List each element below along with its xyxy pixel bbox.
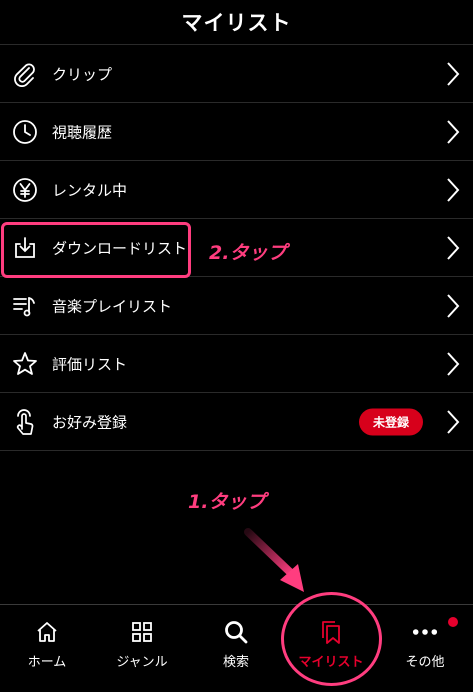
- step1-annotation: 1.タップ: [188, 491, 266, 513]
- yen-icon: [11, 176, 39, 204]
- notification-dot: [448, 617, 458, 627]
- menu-item-rating-list[interactable]: 評価リスト: [0, 335, 473, 393]
- chevron-right-icon: [447, 235, 460, 260]
- menu-item-music-playlist[interactable]: 音楽プレイリスト: [0, 277, 473, 335]
- tab-label: ジャンル: [116, 655, 168, 670]
- menu-item-label: 評価リスト: [52, 355, 128, 373]
- menu-item-history[interactable]: 視聴履歴: [0, 103, 473, 161]
- chevron-right-icon: [447, 293, 460, 318]
- music-list-icon: [11, 292, 39, 320]
- step2-annotation: 2.タップ: [209, 242, 287, 264]
- tab-genre[interactable]: ジャンル: [95, 605, 189, 692]
- finger-tap-icon: [11, 408, 39, 436]
- status-badge: 未登録: [358, 408, 423, 435]
- chevron-right-icon: [447, 61, 460, 86]
- header: マイリスト: [0, 0, 473, 45]
- arrow-annotation-icon: [244, 528, 304, 592]
- tab-label: その他: [405, 655, 445, 670]
- bookmark-icon: [318, 619, 344, 645]
- menu-item-label: お好み登録: [52, 413, 128, 431]
- chevron-right-icon: [447, 119, 460, 144]
- menu-item-label: 音楽プレイリスト: [52, 297, 173, 315]
- tab-search[interactable]: 検索: [189, 605, 283, 692]
- grid-icon: [129, 619, 155, 645]
- clock-icon: [11, 118, 39, 146]
- menu-item-label: ダウンロードリスト: [52, 239, 188, 257]
- menu-item-clip[interactable]: クリップ: [0, 45, 473, 103]
- tab-label: ホーム: [27, 655, 67, 670]
- chevron-right-icon: [447, 351, 460, 376]
- search-icon: [223, 619, 249, 645]
- download-icon: [11, 234, 39, 262]
- menu-item-preference[interactable]: お好み登録 未登録: [0, 393, 473, 451]
- home-icon: [34, 619, 60, 645]
- bottom-tab-bar: ホーム ジャンル 検索 マイリスト その他: [0, 604, 473, 692]
- chevron-right-icon: [447, 177, 460, 202]
- chevron-right-icon: [447, 409, 460, 434]
- tab-more[interactable]: その他: [378, 605, 472, 692]
- star-icon: [11, 350, 39, 378]
- tab-label: 検索: [222, 655, 249, 670]
- tab-label: マイリスト: [298, 655, 364, 670]
- paperclip-icon: [11, 60, 39, 88]
- menu-item-rental[interactable]: レンタル中: [0, 161, 473, 219]
- menu-item-label: 視聴履歴: [52, 123, 113, 141]
- menu-item-label: レンタル中: [52, 181, 128, 199]
- tab-mylist[interactable]: マイリスト: [284, 605, 378, 692]
- more-icon: [412, 619, 438, 645]
- page-title: マイリスト: [181, 11, 292, 35]
- tab-home[interactable]: ホーム: [0, 605, 94, 692]
- menu-item-label: クリップ: [52, 65, 113, 83]
